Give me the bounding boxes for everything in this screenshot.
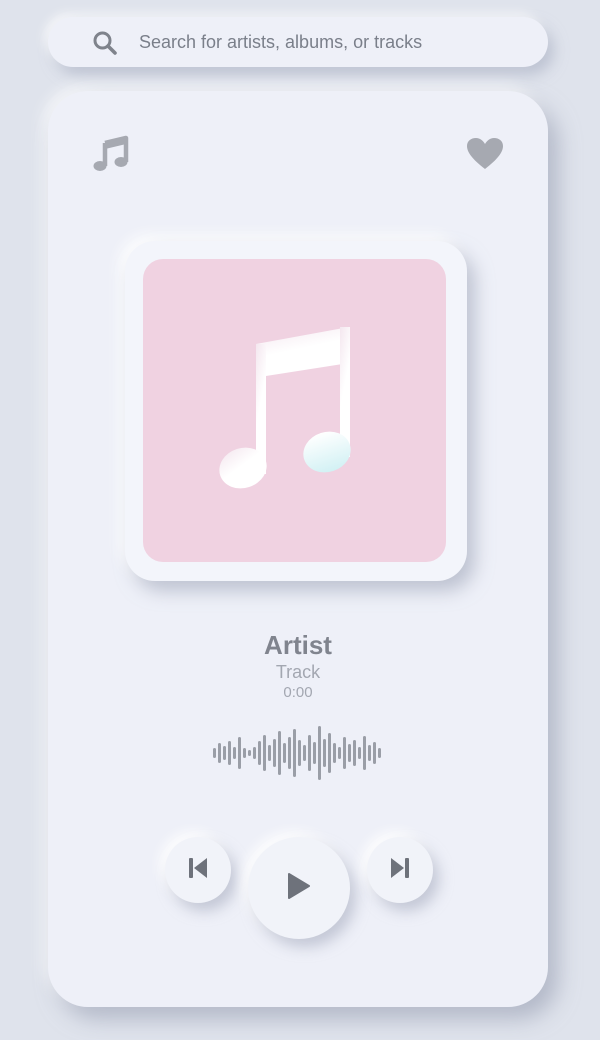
- heart-icon[interactable]: [466, 137, 504, 171]
- previous-button[interactable]: [165, 837, 231, 903]
- album-art-frame: [125, 241, 467, 581]
- skip-previous-icon: [188, 857, 208, 884]
- skip-next-icon: [390, 857, 410, 884]
- album-art: [143, 259, 446, 562]
- player-card: Artist Track 0:00: [48, 91, 548, 1007]
- album-music-note-icon: [219, 327, 351, 489]
- audio-waveform: [213, 726, 381, 780]
- play-button[interactable]: [248, 837, 350, 939]
- search-input[interactable]: [139, 29, 529, 55]
- search-icon[interactable]: [92, 30, 118, 56]
- search-bar[interactable]: [48, 17, 548, 67]
- next-button[interactable]: [367, 837, 433, 903]
- artist-name: Artist: [264, 630, 332, 660]
- music-player-screen: Artist Track 0:00: [0, 0, 600, 1040]
- track-title: Track: [275, 662, 321, 682]
- play-icon: [287, 872, 311, 904]
- music-note-icon[interactable]: [92, 135, 130, 173]
- track-time: 0:00: [283, 684, 313, 701]
